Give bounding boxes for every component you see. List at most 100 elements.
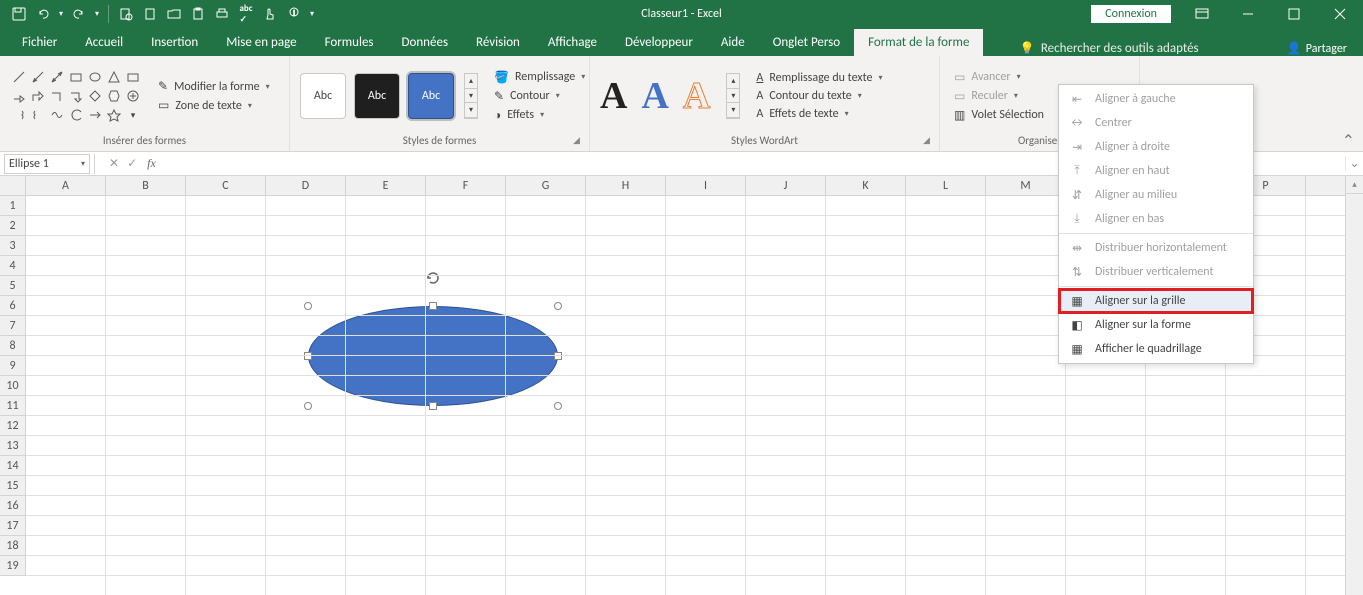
resize-handle-s[interactable] <box>429 402 437 410</box>
align-menu-item[interactable]: ◧Aligner sur la forme <box>1059 313 1253 337</box>
select-all-corner[interactable] <box>0 176 26 196</box>
tab-format-forme[interactable]: Format de la forme <box>854 29 983 56</box>
row-header[interactable]: 13 <box>0 436 25 456</box>
tab-revision[interactable]: Révision <box>462 29 534 56</box>
tell-me-input[interactable] <box>1041 41 1261 56</box>
name-box[interactable]: Ellipse 1 ▾ <box>4 154 90 174</box>
column-header[interactable]: D <box>266 176 346 195</box>
spelling-icon[interactable]: abc✓ <box>235 3 257 25</box>
row-header[interactable]: 7 <box>0 316 25 336</box>
column-header[interactable]: L <box>906 176 986 195</box>
dialog-launcher-icon[interactable]: ◢ <box>923 135 935 147</box>
minimize-button[interactable] <box>1225 0 1271 28</box>
redo-icon[interactable] <box>68 3 90 25</box>
qat-dropdown-icon[interactable]: ▾ <box>56 3 66 25</box>
column-header[interactable]: I <box>666 176 746 195</box>
row-header[interactable]: 5 <box>0 276 25 296</box>
tab-mise-en-page[interactable]: Mise en page <box>212 29 310 56</box>
style-thumb-2[interactable]: Abc <box>354 73 400 119</box>
print-preview-icon[interactable] <box>115 3 137 25</box>
text-box-button[interactable]: ▭ Zone de texte ▾ <box>154 97 274 114</box>
vertical-scrollbar[interactable]: ▴ <box>1345 176 1363 595</box>
column-header[interactable]: G <box>506 176 586 195</box>
qat-dropdown-icon[interactable]: ▾ <box>92 3 102 25</box>
tab-fichier[interactable]: Fichier <box>8 29 71 56</box>
row-headers[interactable]: 12345678910111213141516171819 <box>0 196 26 576</box>
row-header[interactable]: 9 <box>0 356 25 376</box>
resize-handle-nw[interactable] <box>304 302 312 310</box>
row-header[interactable]: 18 <box>0 536 25 556</box>
tab-aide[interactable]: Aide <box>707 29 759 56</box>
qat-customize-icon[interactable]: ▾ <box>307 3 317 25</box>
row-header[interactable]: 8 <box>0 336 25 356</box>
ribbon-display-options-icon[interactable] <box>1179 0 1225 28</box>
expand-formula-bar-icon[interactable]: ⌄ <box>1345 156 1363 171</box>
collapse-ribbon-icon[interactable]: ⌃ <box>1342 131 1355 151</box>
shape-outline-button[interactable]: ✎Contour▾ <box>490 88 589 105</box>
selection-pane-button[interactable]: ▥Volet Sélection <box>950 107 1048 124</box>
wordart-thumb-1[interactable]: A <box>600 74 627 118</box>
column-header[interactable]: C <box>186 176 266 195</box>
tab-formules[interactable]: Formules <box>311 29 388 56</box>
wordart-gallery[interactable]: A A A ▴▾▾ <box>600 73 740 119</box>
row-header[interactable]: 4 <box>0 256 25 276</box>
column-header[interactable]: A <box>26 176 106 195</box>
row-header[interactable]: 1 <box>0 196 25 216</box>
row-header[interactable]: 6 <box>0 296 25 316</box>
resize-handle-se[interactable] <box>554 402 562 410</box>
tab-affichage[interactable]: Affichage <box>534 29 611 56</box>
qat-more-icon[interactable]: i <box>283 3 305 25</box>
touch-mode-icon[interactable] <box>259 3 281 25</box>
resize-handle-e[interactable] <box>554 352 562 360</box>
row-header[interactable]: 10 <box>0 376 25 396</box>
align-menu-item[interactable]: ▦Aligner sur la grille <box>1059 289 1253 313</box>
shape-fill-button[interactable]: 🪣Remplissage▾ <box>490 69 589 86</box>
tab-accueil[interactable]: Accueil <box>71 29 137 56</box>
row-header[interactable]: 2 <box>0 216 25 236</box>
shape-effects-button[interactable]: ◑Effets▾ <box>490 107 589 124</box>
row-header[interactable]: 17 <box>0 516 25 536</box>
column-header[interactable]: M <box>986 176 1066 195</box>
save-icon[interactable] <box>8 3 30 25</box>
shape-style-gallery[interactable]: Abc Abc Abc ▴▾▾ <box>300 73 478 119</box>
wordart-thumb-2[interactable]: A <box>641 74 668 118</box>
resize-handle-n[interactable] <box>429 302 437 310</box>
row-header[interactable]: 14 <box>0 456 25 476</box>
row-header[interactable]: 12 <box>0 416 25 436</box>
column-header[interactable]: J <box>746 176 826 195</box>
column-header[interactable]: H <box>586 176 666 195</box>
undo-icon[interactable] <box>32 3 54 25</box>
maximize-button[interactable] <box>1271 0 1317 28</box>
close-button[interactable] <box>1317 0 1363 28</box>
column-header[interactable]: E <box>346 176 426 195</box>
resize-handle-w[interactable] <box>304 352 312 360</box>
style-thumb-1[interactable]: Abc <box>300 73 346 119</box>
modify-shape-button[interactable]: ✎ Modifier la forme ▾ <box>154 78 274 95</box>
open-icon[interactable] <box>163 3 185 25</box>
enter-formula-icon[interactable]: ✓ <box>127 156 137 171</box>
cancel-formula-icon[interactable]: ✕ <box>109 156 119 171</box>
tab-developpeur[interactable]: Développeur <box>611 29 707 56</box>
new-file-icon[interactable] <box>139 3 161 25</box>
row-header[interactable]: 15 <box>0 476 25 496</box>
row-header[interactable]: 3 <box>0 236 25 256</box>
column-header[interactable]: F <box>426 176 506 195</box>
row-header[interactable]: 19 <box>0 556 25 576</box>
quick-print-icon[interactable] <box>211 3 233 25</box>
resize-handle-sw[interactable] <box>304 402 312 410</box>
share-button[interactable]: 👤 Partager <box>1287 41 1347 56</box>
resize-handle-ne[interactable] <box>554 302 562 310</box>
row-header[interactable]: 16 <box>0 496 25 516</box>
paste-icon[interactable] <box>187 3 209 25</box>
tab-donnees[interactable]: Données <box>388 29 463 56</box>
column-header[interactable]: K <box>826 176 906 195</box>
wordart-thumb-3[interactable]: A <box>683 74 710 118</box>
sign-in-button[interactable]: Connexion <box>1091 5 1171 23</box>
gallery-scroll[interactable]: ▴▾▾ <box>726 73 740 119</box>
gallery-scroll[interactable]: ▴▾▾ <box>464 73 478 119</box>
fx-icon[interactable]: fx <box>147 156 156 171</box>
style-thumb-3[interactable]: Abc <box>408 73 454 119</box>
dialog-launcher-icon[interactable]: ◢ <box>573 135 585 147</box>
tab-onglet-perso[interactable]: Onglet Perso <box>759 29 854 56</box>
scroll-up-icon[interactable]: ▴ <box>1346 176 1363 194</box>
